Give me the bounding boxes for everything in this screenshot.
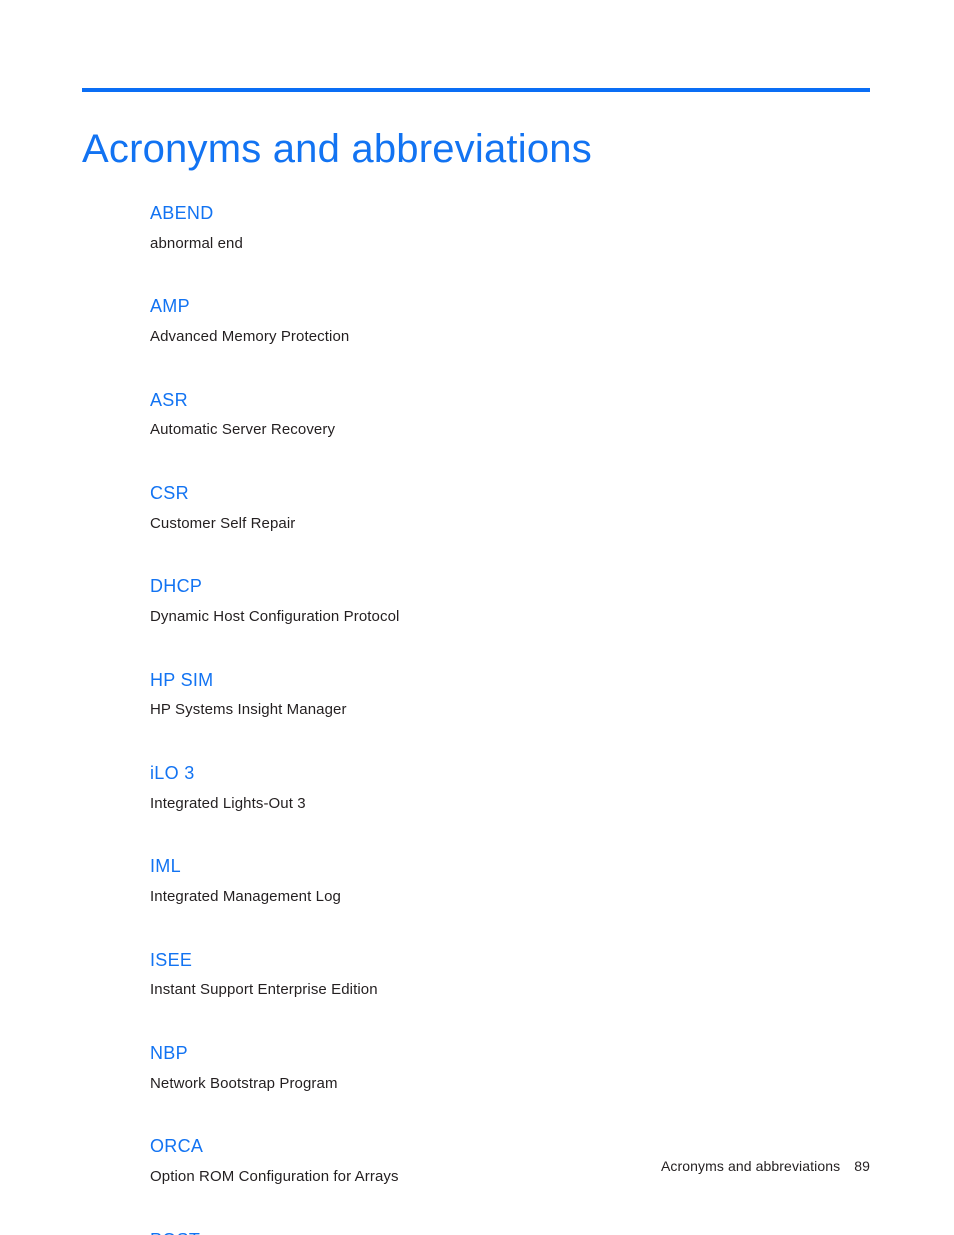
glossary-definition: HP Systems Insight Manager (150, 701, 347, 719)
glossary-term: CSR (150, 483, 189, 504)
glossary-definition: Advanced Memory Protection (150, 327, 350, 345)
title-rule (82, 88, 870, 92)
glossary-term: ISEE (150, 949, 193, 970)
glossary-entry: ISEE Instant Support Enterprise Edition (150, 950, 870, 1000)
glossary-entry: DHCP Dynamic Host Configuration Protocol (150, 576, 870, 626)
glossary-term: AMP (150, 296, 190, 317)
glossary-entry: ASR Automatic Server Recovery (150, 390, 870, 440)
glossary-definition: Customer Self Repair (150, 514, 296, 532)
glossary-entry: POST Power-On Self Test (150, 1230, 870, 1235)
glossary-term: POST (150, 1230, 870, 1235)
glossary-definition: abnormal end (150, 234, 243, 252)
glossary-definition: Instant Support Enterprise Edition (150, 981, 378, 999)
glossary-definition: Integrated Lights-Out 3 (150, 794, 306, 812)
glossary-term: ASR (150, 389, 188, 410)
glossary-term: NBP (150, 1043, 188, 1064)
glossary-definition: Network Bootstrap Program (150, 1074, 338, 1092)
glossary-definition: Dynamic Host Configuration Protocol (150, 607, 400, 625)
glossary-term: HP SIM (150, 669, 214, 690)
document-page: Acronyms and abbreviations ABEND abnorma… (0, 0, 954, 1235)
glossary-term: iLO 3 (150, 763, 195, 784)
glossary-term: ABEND (150, 203, 214, 223)
glossary-term: DHCP (150, 576, 203, 597)
glossary-definition: Integrated Management Log (150, 888, 341, 905)
footer-page-number: 89 (854, 1158, 870, 1174)
page-title: Acronyms and abbreviations (82, 126, 592, 171)
glossary-entry: iLO 3 Integrated Lights-Out 3 (150, 763, 870, 813)
glossary-entry: HP SIM HP Systems Insight Manager (150, 670, 870, 720)
glossary-list: ABEND abnormal end AMP Advanced Memory P… (150, 203, 870, 1235)
glossary-entry: ABEND abnormal end (150, 203, 870, 253)
footer-section-label: Acronyms and abbreviations (660, 1158, 841, 1174)
glossary-entry: CSR Customer Self Repair (150, 483, 870, 533)
glossary-definition: Automatic Server Recovery (150, 421, 336, 439)
glossary-entry: NBP Network Bootstrap Program (150, 1043, 870, 1093)
page-footer: Acronyms and abbreviations 89 (661, 1158, 870, 1174)
glossary-term: IML (150, 856, 181, 877)
glossary-entry: IML Integrated Management Log (150, 856, 870, 906)
glossary-term: ORCA (150, 1136, 204, 1157)
glossary-entry: AMP Advanced Memory Protection (150, 296, 870, 346)
